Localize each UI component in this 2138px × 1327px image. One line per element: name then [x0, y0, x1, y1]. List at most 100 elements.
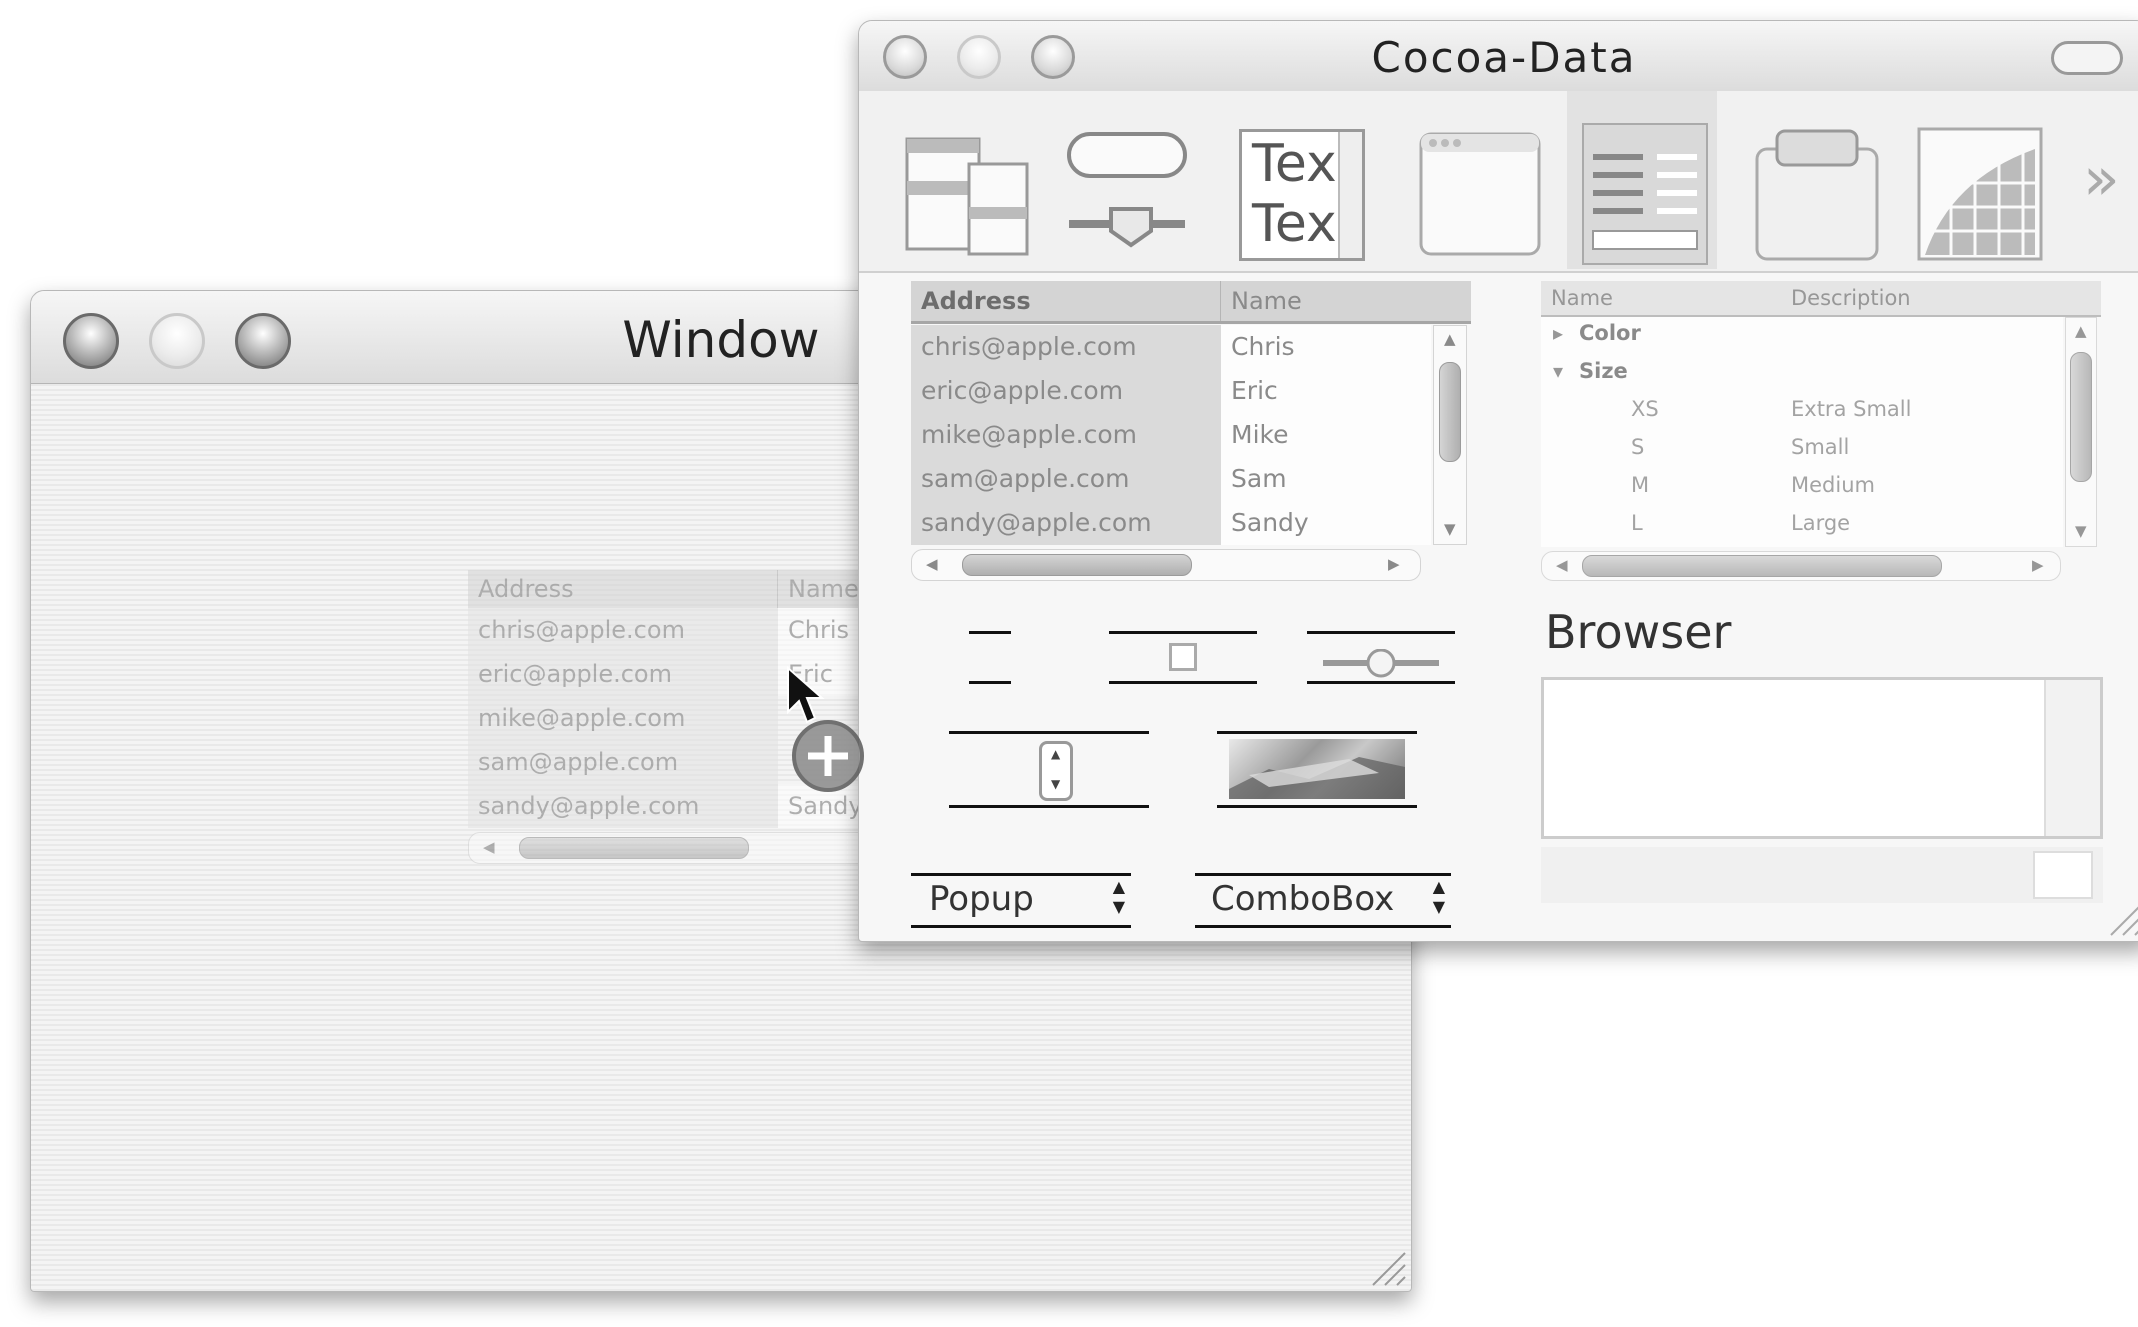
divider-line: [1217, 731, 1417, 734]
divider-line: [1109, 631, 1257, 634]
table-row[interactable]: sam@apple.com Sam: [911, 457, 1431, 501]
palette-outline-view[interactable]: Name Description ▸ Color ▾ Size XS Extra…: [1541, 281, 2101, 581]
cell-name: Sam: [1221, 457, 1431, 501]
outline-item-name: S: [1631, 435, 1645, 459]
views-icon[interactable]: [899, 119, 1035, 269]
cell-address: sam@apple.com: [478, 748, 679, 776]
outline-body: ▸ Color ▾ Size XS Extra Small S Small M …: [1541, 317, 2063, 547]
horizontal-scroll-thumb[interactable]: [519, 837, 749, 859]
popup-arrows-icon: ▲ ▼: [1112, 877, 1125, 916]
browser-view[interactable]: [1541, 677, 2103, 839]
outline-row[interactable]: ▸ Color: [1541, 317, 2063, 355]
palette-table-view[interactable]: Address Name chris@apple.com Chris eric@…: [911, 281, 1471, 581]
outline-item-description: Small: [1791, 435, 1850, 459]
stepper-control[interactable]: ▲ ▼: [1039, 741, 1073, 801]
resize-grip[interactable]: [1367, 1247, 1407, 1287]
combobox-arrows-icon: ▲ ▼: [1432, 877, 1445, 916]
toolbar-toggle-button[interactable]: [2051, 41, 2123, 75]
slider-icon: [1323, 648, 1439, 678]
outline-item-name: L: [1631, 511, 1643, 535]
divider-line: [969, 631, 1011, 634]
table-body: chris@apple.com Chris eric@apple.com Eri…: [911, 325, 1431, 545]
divider-line: [911, 925, 1131, 928]
stepper-down-arrow-icon[interactable]: ▼: [1051, 778, 1060, 790]
popup-button[interactable]: Popup ▲ ▼: [911, 877, 1131, 923]
outline-row[interactable]: M Medium: [1541, 469, 2063, 507]
palette-titlebar[interactable]: Cocoa-Data: [859, 21, 2138, 92]
text-icon-line: Tex: [1252, 194, 1337, 254]
table-row[interactable]: sandy@apple.com Sandy: [911, 501, 1431, 545]
outline-item-name: XS: [1631, 397, 1659, 421]
vertical-scroll-thumb[interactable]: [1439, 362, 1461, 462]
scroll-right-arrow-icon[interactable]: ▶: [1388, 557, 1400, 572]
outline-item-name: Size: [1579, 359, 1628, 383]
cell-address: sandy@apple.com: [921, 508, 1152, 537]
horizontal-scroll-thumb[interactable]: [1582, 555, 1942, 577]
browser-horizontal-scroller[interactable]: [1541, 847, 2103, 903]
divider-line: [969, 681, 1011, 684]
outline-row[interactable]: L Large: [1541, 507, 2063, 545]
scroll-down-arrow-icon[interactable]: ▼: [2075, 524, 2087, 539]
column-header-name[interactable]: Name: [1221, 281, 1471, 321]
scroll-down-arrow-icon[interactable]: ▼: [1444, 522, 1456, 537]
scroll-left-arrow-icon[interactable]: ◀: [1556, 558, 1568, 573]
scroll-up-arrow-icon[interactable]: ▲: [2075, 324, 2087, 339]
outline-header: Name Description: [1541, 281, 2101, 317]
checkbox[interactable]: [1169, 643, 1197, 671]
column-header-address[interactable]: Address: [468, 570, 778, 608]
divider-line: [1195, 873, 1451, 876]
cell-name: Chris: [1221, 325, 1431, 369]
combobox[interactable]: ComboBox ▲ ▼: [1195, 877, 1451, 923]
vertical-scrollbar[interactable]: ▲ ▼: [1433, 325, 1467, 545]
vertical-scrollbar[interactable]: ▲ ▼: [2065, 317, 2097, 547]
palette-window: Cocoa-Data Tex Tex » Address Name chris@…: [858, 20, 2138, 942]
horizontal-scrollbar[interactable]: ◀ ▶: [1541, 551, 2061, 581]
combobox-label: ComboBox: [1211, 879, 1395, 919]
table-row[interactable]: eric@apple.com Eric: [911, 369, 1431, 413]
controls-icon[interactable]: [1059, 119, 1195, 269]
image-view[interactable]: [1229, 739, 1405, 799]
outline-row[interactable]: ▾ Size: [1541, 355, 2063, 393]
outline-row[interactable]: S Small: [1541, 431, 2063, 469]
divider-line: [1217, 805, 1417, 808]
disclosure-triangle-icon[interactable]: ▾: [1553, 359, 1563, 383]
cell-address: sam@apple.com: [921, 464, 1130, 493]
toolbar-overflow-button[interactable]: »: [2083, 149, 2120, 209]
horizontal-scrollbar[interactable]: ◀ ▶: [911, 549, 1421, 581]
outline-item-description: Extra Small: [1791, 397, 1912, 421]
browser-column-scroller[interactable]: [2044, 680, 2100, 836]
divider-line: [1195, 925, 1451, 928]
cell-address: chris@apple.com: [478, 616, 685, 644]
divider-line: [949, 731, 1149, 734]
scroll-right-arrow-icon[interactable]: ▶: [2032, 558, 2044, 573]
scroll-left-arrow-icon[interactable]: ◀: [483, 840, 495, 855]
slider-control[interactable]: [1319, 648, 1443, 685]
horizontal-scroll-thumb[interactable]: [962, 554, 1192, 576]
cell-name: Mike: [1221, 413, 1431, 457]
table-row[interactable]: chris@apple.com Chris: [911, 325, 1431, 369]
divider-line: [1109, 681, 1257, 684]
disclosure-triangle-icon[interactable]: ▸: [1553, 321, 1563, 345]
scroll-up-arrow-icon[interactable]: ▲: [1444, 332, 1456, 347]
column-header-name[interactable]: Name: [1541, 281, 1781, 315]
resize-grip[interactable]: [2105, 897, 2138, 937]
table-row[interactable]: mike@apple.com Mike: [911, 413, 1431, 457]
resize-grip-icon: [1372, 1252, 1406, 1286]
scroll-left-arrow-icon[interactable]: ◀: [926, 557, 938, 572]
column-header-description[interactable]: Description: [1781, 281, 2101, 315]
outline-row[interactable]: XS Extra Small: [1541, 393, 2063, 431]
stepper-up-arrow-icon[interactable]: ▲: [1051, 748, 1060, 760]
graphics-icon[interactable]: [1911, 119, 2047, 269]
browser-label: Browser: [1545, 605, 1732, 659]
column-header-address[interactable]: Address: [911, 281, 1221, 321]
resize-grip-icon: [2110, 906, 2138, 936]
containers-icon[interactable]: [1749, 119, 1885, 269]
popup-button-label: Popup: [929, 879, 1034, 919]
data-icon[interactable]: [1577, 119, 1713, 269]
divider-line: [1307, 631, 1455, 634]
windows-icon[interactable]: [1411, 119, 1547, 269]
cell-name: Sandy: [1221, 501, 1431, 545]
vertical-scroll-thumb[interactable]: [2070, 352, 2092, 482]
photo-placeholder-icon: [1229, 757, 1405, 799]
text-icon[interactable]: Tex Tex: [1239, 119, 1369, 269]
